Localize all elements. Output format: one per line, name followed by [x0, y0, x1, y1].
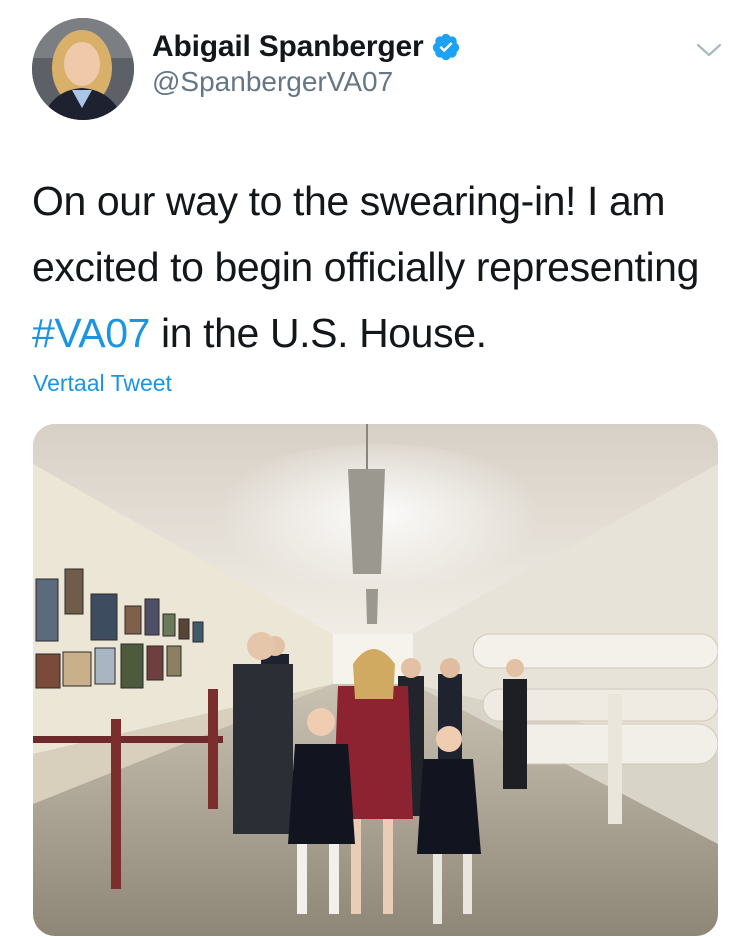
author-handle[interactable]: @SpanbergerVA07 [152, 66, 461, 98]
chevron-down-icon[interactable] [694, 40, 724, 60]
tweet-text-line: excited to begin officially representing [32, 244, 699, 290]
tweet-text-fragment: in the U.S. House. [150, 310, 487, 356]
author-avatar[interactable] [32, 18, 134, 120]
author-name-row: Abigail Spanberger [152, 30, 461, 64]
author-name[interactable]: Abigail Spanberger [152, 30, 424, 64]
tweet-text: On our way to the swearing-in! I am exci… [32, 168, 722, 366]
tweet-photo[interactable] [33, 424, 718, 936]
hashtag-link[interactable]: #VA07 [32, 310, 150, 356]
author-info: Abigail Spanberger @SpanbergerVA07 [152, 30, 461, 98]
tweet-header: Abigail Spanberger @SpanbergerVA07 [32, 18, 722, 122]
translate-tweet-link[interactable]: Vertaal Tweet [33, 370, 172, 397]
tweet-text-line: On our way to the swearing-in! I am [32, 178, 666, 224]
tweet-text-line: #VA07 in the U.S. House. [32, 300, 722, 366]
verified-badge-icon [431, 32, 461, 62]
